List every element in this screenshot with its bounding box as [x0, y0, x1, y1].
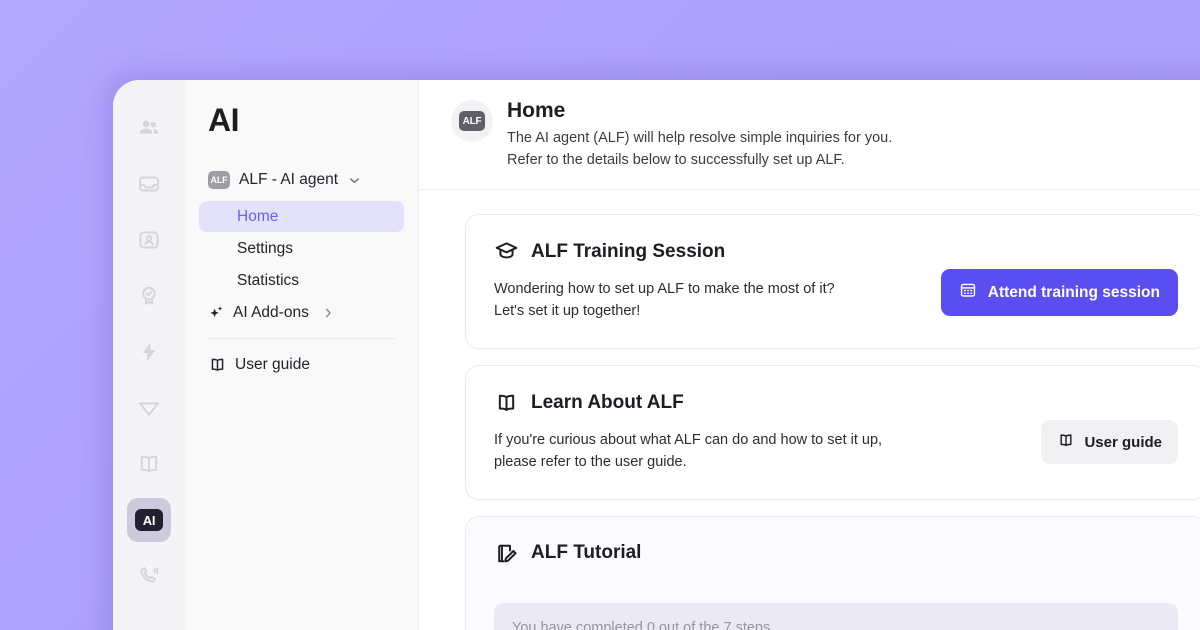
sidebar-item-label: User guide — [235, 355, 310, 373]
rail-item-award[interactable] — [127, 274, 171, 318]
rail-item-guide[interactable] — [127, 442, 171, 486]
paper-plane-icon — [137, 396, 161, 420]
card-title-row: Learn About ALF — [494, 390, 882, 415]
sidebar-item-user-guide[interactable]: User guide — [199, 349, 404, 380]
app-window: AI AI ALF ALF - AI agent Home Settings S… — [113, 80, 1200, 630]
card-alf-tutorial: ALF Tutorial You have completed 0 out of… — [465, 515, 1200, 630]
contact-card-icon — [137, 228, 161, 252]
note-edit-icon — [494, 541, 519, 566]
card-text-line2: please refer to the user guide. — [494, 453, 687, 470]
alf-badge-icon: ALF — [459, 111, 485, 131]
rail-item-automation[interactable] — [127, 330, 171, 374]
cards-list: ALF Training Session Wondering how to se… — [419, 190, 1200, 630]
tutorial-progress-panel: You have completed 0 out of the 7 steps — [494, 602, 1178, 630]
open-book-icon — [208, 355, 227, 374]
sidebar-item-home[interactable]: Home — [199, 201, 404, 232]
sparkle-icon — [208, 304, 225, 321]
phone-call-icon — [137, 564, 161, 588]
sidebar: AI ALF ALF - AI agent Home Settings Stat… — [185, 80, 419, 630]
rail-item-people[interactable] — [127, 106, 171, 150]
rail-item-contacts[interactable] — [127, 218, 171, 262]
avatar: ALF — [451, 100, 493, 142]
ai-icon: AI — [135, 509, 163, 531]
open-book-icon — [137, 452, 161, 476]
card-training-session: ALF Training Session Wondering how to se… — [465, 214, 1200, 350]
button-label: User guide — [1084, 433, 1162, 451]
card-title-row: ALF Training Session — [494, 239, 835, 264]
card-title-row: ALF Tutorial — [494, 541, 1178, 566]
rail-item-send[interactable] — [127, 386, 171, 430]
chevron-right-icon — [321, 306, 335, 320]
sidebar-item-settings[interactable]: Settings — [199, 233, 404, 264]
card-title: Learn About ALF — [531, 391, 684, 413]
calendar-icon — [959, 281, 977, 304]
sidebar-item-label: Statistics — [237, 271, 300, 289]
chevron-down-icon — [347, 173, 362, 188]
card-learn-about-alf: Learn About ALF If you're curious about … — [465, 365, 1200, 500]
button-label: Attend training session — [987, 283, 1160, 301]
agent-selector[interactable]: ALF ALF - AI agent — [199, 165, 404, 195]
agent-selector-label: ALF - AI agent — [239, 171, 339, 188]
rail-item-ai[interactable]: AI — [127, 498, 171, 542]
page-title: Home — [507, 99, 566, 122]
rail-item-call[interactable] — [127, 554, 171, 598]
page-subtitle-line2: Refer to the details below to successful… — [507, 151, 845, 168]
card-text-line2: Let's set it up together! — [494, 302, 641, 319]
icon-rail: AI — [113, 80, 185, 630]
inbox-icon — [137, 172, 161, 196]
card-text-line1: Wondering how to set up ALF to make the … — [494, 281, 835, 298]
lightning-bolt-icon — [137, 340, 161, 364]
page-subtitle-line1: The AI agent (ALF) will help resolve sim… — [507, 130, 893, 147]
user-guide-button[interactable]: User guide — [1041, 420, 1178, 465]
page-header: ALF Home The AI agent (ALF) will help re… — [419, 80, 1200, 191]
open-book-icon — [494, 390, 519, 415]
sidebar-item-label: Settings — [237, 239, 294, 257]
attend-training-session-button[interactable]: Attend training session — [940, 269, 1178, 317]
tutorial-progress-label: You have completed 0 out of the 7 steps — [512, 619, 771, 630]
card-text-line1: If you're curious about what ALF can do … — [494, 432, 883, 449]
people-icon — [137, 116, 161, 140]
sidebar-item-label: Home — [237, 207, 279, 225]
alf-badge-icon: ALF — [208, 171, 230, 189]
card-title: ALF Training Session — [531, 240, 726, 262]
award-badge-icon — [137, 284, 161, 308]
sidebar-item-label: AI Add-ons — [233, 303, 309, 321]
card-title: ALF Tutorial — [531, 542, 642, 564]
rail-item-inbox[interactable] — [127, 162, 171, 206]
app-brand-logo: AI — [208, 102, 240, 138]
sidebar-item-ai-addons[interactable]: AI Add-ons — [199, 297, 404, 328]
graduation-cap-icon — [494, 239, 519, 264]
open-book-icon — [1057, 431, 1075, 453]
sidebar-item-statistics[interactable]: Statistics — [199, 265, 404, 296]
main-content: ALF Home The AI agent (ALF) will help re… — [419, 80, 1200, 630]
sidebar-divider — [208, 338, 395, 339]
